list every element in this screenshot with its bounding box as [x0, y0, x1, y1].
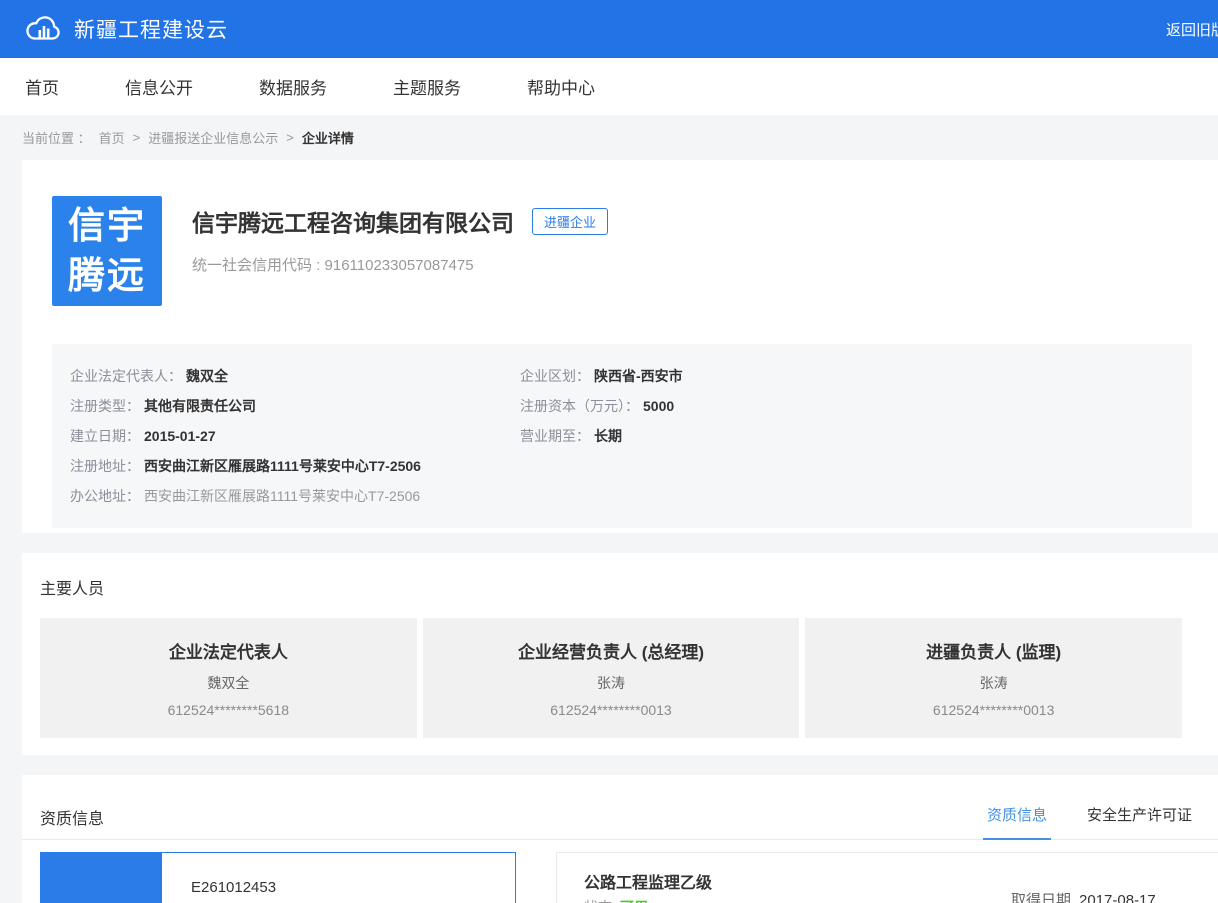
person-name: 魏双全	[207, 673, 249, 693]
site-title: 新疆工程建设云	[74, 14, 228, 44]
qualification-section: 资质信息 资质信息 安全生产许可证 E261012453 公路工程监理乙级 状态…	[22, 775, 1218, 903]
field-label: 注册资本（万元）：	[520, 398, 639, 414]
field-value: 其他有限责任公司	[144, 398, 256, 414]
person-role: 进疆负责人 (监理)	[926, 638, 1061, 663]
person-id-number: 612524********0013	[933, 702, 1054, 718]
credit-code-label: 统一社会信用代码 :	[192, 257, 320, 274]
field-establish-date: 建立日期：2015-01-27	[70, 421, 520, 451]
nav-item-info-disclosure[interactable]: 信息公开	[125, 74, 193, 99]
date-value: 2017-08-17	[1079, 892, 1156, 903]
person-role: 企业经营负责人 (总经理)	[518, 638, 704, 663]
person-card-legal-representative: 企业法定代表人 魏双全 612524********5618	[40, 618, 417, 738]
date-label: 取得日期	[1011, 892, 1071, 903]
status-label: 状态	[584, 899, 612, 903]
qualification-tabs: 资质信息 安全生产许可证	[983, 804, 1196, 840]
credit-code-value: 916110233057087475	[325, 257, 474, 274]
certificate-detail-card: 公路工程监理乙级 状态 可用 取得日期 2017-08-17	[556, 852, 1218, 903]
certificate-date: 取得日期 2017-08-17	[1011, 889, 1156, 903]
field-value: 西安曲江新区雁展路1111号莱安中心T7-2506	[144, 488, 420, 504]
field-label: 企业法定代表人：	[70, 368, 182, 384]
enterprise-badge: 进疆企业	[532, 208, 608, 235]
nav-item-help-center[interactable]: 帮助中心	[527, 74, 595, 99]
nav-item-data-services[interactable]: 数据服务	[259, 74, 327, 99]
company-logo-text-line2: 腾远	[68, 251, 146, 301]
company-name: 信宇腾远工程咨询集团有限公司	[192, 204, 514, 238]
nav-item-home[interactable]: 首页	[25, 74, 59, 99]
field-label: 建立日期：	[70, 428, 140, 444]
field-registered-address: 注册地址：西安曲江新区雁展路1111号莱安中心T7-2506	[70, 451, 1192, 481]
field-label: 办公地址：	[70, 488, 140, 504]
certificate-list-item[interactable]: E261012453	[40, 852, 516, 903]
field-region: 企业区划：陕西省-西安市	[520, 361, 1192, 391]
field-office-address: 办公地址：西安曲江新区雁展路1111号莱安中心T7-2506	[70, 481, 1192, 511]
company-logo: 信宇 腾远	[52, 196, 162, 306]
person-id-number: 612524********5618	[168, 702, 289, 718]
field-value: 魏双全	[186, 368, 228, 384]
field-value: 5000	[643, 398, 674, 414]
field-business-term: 营业期至：长期	[520, 421, 1192, 451]
field-legal-representative: 企业法定代表人：魏双全	[70, 361, 520, 391]
field-label: 企业区划：	[520, 368, 590, 384]
field-registered-capital: 注册资本（万元）：5000	[520, 391, 1192, 421]
person-card-general-manager: 企业经营负责人 (总经理) 张涛 612524********0013	[423, 618, 800, 738]
certificate-name: 公路工程监理乙级	[584, 869, 712, 893]
main-nav: 首页 信息公开 数据服务 主题服务 帮助中心	[0, 58, 1218, 115]
person-card-xinjiang-supervisor: 进疆负责人 (监理) 张涛 612524********0013	[805, 618, 1182, 738]
company-detail-box: 企业法定代表人：魏双全 企业区划：陕西省-西安市 注册类型：其他有限责任公司 注…	[52, 344, 1192, 528]
breadcrumb-label: 当前位置 ：	[22, 128, 91, 147]
certificate-number: E261012453	[191, 879, 276, 896]
key-personnel-section: 主要人员 企业法定代表人 魏双全 612524********5618 企业经营…	[22, 553, 1218, 755]
brand[interactable]: 新疆工程建设云	[0, 14, 228, 44]
person-role: 企业法定代表人	[169, 638, 288, 663]
field-value: 陕西省-西安市	[594, 368, 683, 384]
cloud-logo-icon	[24, 14, 62, 44]
status-value: 可用	[620, 899, 648, 903]
qualification-section-title: 资质信息	[40, 805, 104, 829]
breadcrumb-enterprise-list[interactable]: 进疆报送企业信息公示	[148, 128, 278, 147]
breadcrumb-current-page: 企业详情	[302, 128, 354, 147]
tab-qualification-info[interactable]: 资质信息	[983, 804, 1051, 840]
breadcrumb-separator: >	[133, 130, 141, 145]
person-id-number: 612524********0013	[550, 702, 671, 718]
back-to-old-version-link[interactable]: 返回旧版	[1162, 0, 1218, 58]
nav-item-topic-services[interactable]: 主题服务	[393, 74, 461, 99]
field-label: 注册地址：	[70, 458, 140, 474]
personnel-section-title: 主要人员	[40, 575, 1218, 599]
top-header-bar: 新疆工程建设云 返回旧版	[0, 0, 1218, 58]
field-label: 营业期至：	[520, 428, 590, 444]
field-value: 西安曲江新区雁展路1111号莱安中心T7-2506	[144, 458, 421, 474]
certificate-type-block	[41, 853, 162, 903]
person-name: 张涛	[980, 673, 1008, 693]
person-name: 张涛	[597, 673, 625, 693]
breadcrumb-home[interactable]: 首页	[99, 128, 125, 147]
field-label: 注册类型：	[70, 398, 140, 414]
field-registration-type: 注册类型：其他有限责任公司	[70, 391, 520, 421]
tab-safety-production-license[interactable]: 安全生产许可证	[1083, 804, 1196, 840]
breadcrumb-separator: >	[286, 130, 294, 145]
certificate-status: 状态 可用	[584, 897, 648, 903]
field-value: 2015-01-27	[144, 428, 216, 444]
company-logo-text-line1: 信宇	[68, 201, 146, 251]
breadcrumb: 当前位置 ： 首页 > 进疆报送企业信息公示 > 企业详情	[0, 115, 1218, 160]
company-info-section: 信宇 腾远 信宇腾远工程咨询集团有限公司 进疆企业 统一社会信用代码 : 916…	[22, 160, 1218, 533]
field-value: 长期	[594, 428, 622, 444]
